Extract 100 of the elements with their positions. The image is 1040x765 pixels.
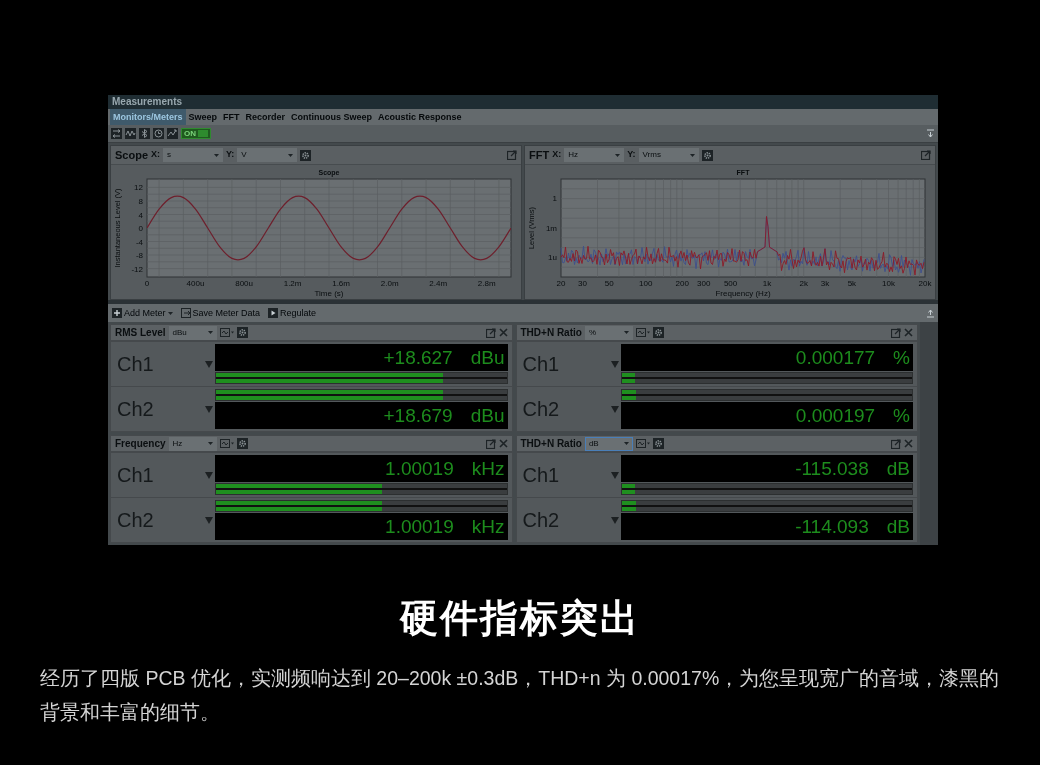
gear-icon[interactable] bbox=[701, 149, 713, 161]
unit-select[interactable]: dBu bbox=[168, 325, 217, 340]
gear-icon[interactable] bbox=[652, 327, 664, 338]
axis-tick-label: 12 bbox=[134, 183, 143, 193]
unit-select[interactable]: dB bbox=[584, 436, 633, 451]
channel-label: Ch1 bbox=[117, 464, 154, 486]
axis-tick-label: 3k bbox=[820, 279, 830, 288]
unit-select[interactable]: Hz bbox=[564, 148, 625, 162]
pin-icon[interactable] bbox=[926, 308, 935, 318]
axis-tick-label: 800u bbox=[235, 279, 253, 288]
headline: 硬件指标突出 bbox=[398, 596, 641, 641]
axis-field-label: Y: bbox=[627, 148, 636, 162]
dropdown-arrow-icon[interactable] bbox=[205, 516, 213, 524]
meter-title: RMS Level bbox=[115, 326, 166, 340]
popout-icon[interactable] bbox=[485, 438, 496, 449]
meter-unit: kHz bbox=[471, 516, 505, 537]
caret-icon bbox=[689, 153, 695, 157]
caret-icon bbox=[623, 331, 629, 334]
waveform-icon[interactable] bbox=[125, 128, 136, 139]
toolbar-button[interactable]: Add Meter bbox=[111, 307, 174, 319]
axis-tick-label: 1k bbox=[762, 279, 772, 288]
axis-label: Frequency (Hz) bbox=[715, 289, 771, 298]
caret-icon bbox=[207, 442, 213, 445]
tab[interactable]: Continuous Sweep bbox=[288, 109, 376, 125]
axis-tick-label: 5k bbox=[847, 279, 857, 288]
dropdown-arrow-icon[interactable] bbox=[205, 471, 213, 479]
meter-value: -115.038 bbox=[795, 458, 869, 479]
bluetooth-icon[interactable] bbox=[139, 128, 150, 139]
meter-value: 1.00019 bbox=[385, 458, 454, 479]
description: 经历了四版 PCB 优化，实测频响达到 20–200k ±0.3dB，THD+n 为 0.00017%，为您呈现宽广的音域，漆黑的背景和丰富的细节。 bbox=[40, 666, 1000, 725]
dropdown-arrow-icon[interactable] bbox=[205, 405, 213, 413]
export-icon bbox=[180, 308, 191, 318]
view-mode-icon[interactable] bbox=[635, 439, 650, 448]
window-title: Measurements bbox=[108, 95, 938, 109]
axis-tick-label: 1.6m bbox=[332, 279, 350, 288]
popout-icon[interactable] bbox=[507, 150, 517, 160]
popout-icon[interactable] bbox=[921, 150, 931, 160]
gear-icon[interactable] bbox=[300, 149, 312, 161]
dropdown-arrow-icon[interactable] bbox=[610, 405, 619, 413]
toolbar-button[interactable]: Save Meter Data bbox=[179, 307, 262, 319]
view-mode-icon[interactable] bbox=[219, 328, 234, 337]
axis-tick-label: 1.2m bbox=[283, 279, 302, 288]
unit-select[interactable]: s bbox=[163, 148, 223, 162]
axis-tick-label: 20 bbox=[556, 279, 566, 288]
axis-tick-label: 500 bbox=[723, 279, 738, 288]
channel-label: Ch1 bbox=[117, 353, 154, 375]
dropdown-arrow-icon[interactable] bbox=[610, 516, 619, 524]
dropdown-arrow-icon[interactable] bbox=[610, 471, 619, 479]
close-icon[interactable] bbox=[498, 439, 508, 448]
tab[interactable]: FFT bbox=[220, 109, 243, 125]
meter-unit: dB bbox=[886, 516, 910, 537]
unit-select[interactable]: Hz bbox=[168, 436, 217, 451]
tab[interactable]: Sweep bbox=[185, 109, 221, 125]
panel-title: Scope bbox=[115, 147, 148, 163]
caret-icon bbox=[167, 311, 173, 315]
popout-icon[interactable] bbox=[891, 327, 901, 338]
close-icon[interactable] bbox=[904, 439, 913, 448]
unit-select[interactable]: % bbox=[584, 325, 633, 340]
unit-select[interactable]: V bbox=[237, 148, 298, 162]
popout-icon[interactable] bbox=[485, 327, 496, 338]
unit-select[interactable]: Vrms bbox=[638, 148, 699, 162]
on-toggle[interactable]: ON bbox=[181, 128, 211, 139]
toolbar-button[interactable]: Regulate bbox=[267, 307, 318, 319]
dropdown-arrow-icon[interactable] bbox=[205, 360, 213, 368]
gear-icon[interactable] bbox=[236, 438, 248, 449]
view-mode-icon[interactable] bbox=[219, 439, 234, 448]
tab[interactable]: Monitors/Meters bbox=[110, 109, 186, 125]
tab[interactable]: Recorder bbox=[242, 109, 289, 125]
panel-title: FFT bbox=[529, 147, 550, 163]
axis-field-label: Y: bbox=[226, 148, 235, 162]
axis-tick-label: -8 bbox=[135, 251, 143, 260]
swap-icon[interactable] bbox=[111, 128, 122, 139]
caret-icon bbox=[207, 331, 213, 334]
meter-value: -114.093 bbox=[795, 516, 869, 537]
channel-label: Ch2 bbox=[522, 509, 560, 531]
axis-tick-label: 100 bbox=[639, 279, 653, 288]
plus-icon bbox=[112, 308, 122, 318]
axis-field-label: X: bbox=[552, 148, 562, 162]
meter-title: THD+N Ratio bbox=[520, 437, 582, 451]
channel-label: Ch1 bbox=[522, 353, 560, 375]
channel-label: Ch2 bbox=[522, 398, 560, 420]
close-icon[interactable] bbox=[498, 328, 508, 337]
gear-icon[interactable] bbox=[652, 438, 664, 449]
close-icon[interactable] bbox=[904, 328, 913, 337]
tab[interactable]: Acoustic Response bbox=[375, 109, 465, 125]
meter-title: THD+N Ratio bbox=[520, 326, 582, 340]
dropdown-arrow-icon[interactable] bbox=[610, 360, 619, 368]
channel-label: Ch2 bbox=[117, 509, 154, 531]
meter-unit: dB bbox=[886, 458, 910, 479]
signal-icon[interactable] bbox=[167, 128, 178, 139]
axis-tick-label: 2k bbox=[799, 279, 808, 288]
pin-icon[interactable] bbox=[926, 129, 935, 138]
axis-tick-label: 200 bbox=[675, 279, 689, 288]
popout-icon[interactable] bbox=[891, 438, 901, 449]
clock-icon[interactable] bbox=[153, 128, 164, 139]
gear-icon[interactable] bbox=[236, 327, 248, 338]
scrollbar-track[interactable] bbox=[920, 322, 938, 545]
view-mode-icon[interactable] bbox=[635, 328, 650, 337]
channel-label: Ch2 bbox=[117, 398, 154, 420]
meter-value: 0.000197 bbox=[795, 405, 876, 426]
